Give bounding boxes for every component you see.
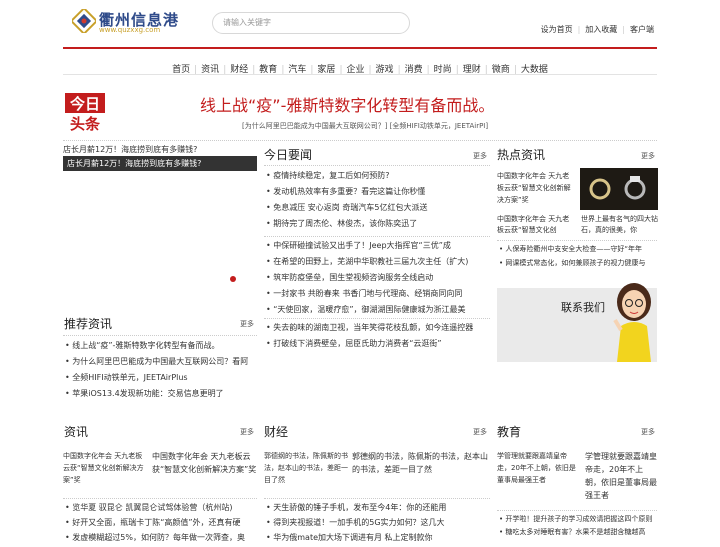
jiaoyu-headline[interactable]: 学管理就要跟嘉靖皇帝走，20年不上朝，依旧是董事局最强王者 xyxy=(585,450,657,502)
top-links: 设为首页 | 加入收藏 | 客户端 xyxy=(540,25,654,34)
today-news-title: 今日要闻 xyxy=(264,148,313,162)
hot-caption-1[interactable]: 中国数字化年会 天九老板云获“智慧文化创 xyxy=(497,214,575,236)
recommend-title: 推荐资讯 xyxy=(64,317,113,331)
divider xyxy=(264,318,490,319)
logo-url: www.quzxxg.com xyxy=(99,26,161,34)
caijing-more[interactable]: 更多 xyxy=(473,427,487,437)
today-news-list-2: 中保研碰撞试验又出手了！Jeep大指挥官“三优”成 在希望的田野上，芜湖中华职教… xyxy=(266,240,492,318)
header-divider xyxy=(63,47,657,49)
list-item[interactable]: 人保寿险衢州中支安全大检查——守好“年年 xyxy=(499,244,659,258)
caijing-headline[interactable]: 郭德纲的书法，陈佩斯的书法，赵本山的书法，差距一目了然 xyxy=(352,450,490,476)
today-news-more[interactable]: 更多 xyxy=(473,151,487,161)
list-item[interactable]: 览华夏 驭昆仑 凯翼昆仑试驾体验营（杭州站) xyxy=(65,502,257,517)
list-item[interactable]: 中保研碰撞试验又出手了！Jeep大指挥官“三优”成 xyxy=(266,240,492,256)
divider xyxy=(264,498,490,499)
support-girl-icon xyxy=(613,283,651,362)
add-favorite-link[interactable]: 加入收藏 xyxy=(585,25,617,34)
zixun-headline[interactable]: 中国数字化年会 天九老板云获“智慧文化创新解决方案”奖 xyxy=(152,450,258,476)
zixun-list: 览华夏 驭昆仑 凯翼昆仑试驾体验营（杭州站) 好开又全面，瓶瑞卡丁陈“高颜值”外… xyxy=(65,502,257,547)
contact-us-label: 联系我们 xyxy=(561,301,605,314)
divider xyxy=(497,240,657,241)
today-news-list: 疫情持续稳定，复工后如何预防? 发动机热效率有多重要？看完这篇让你秒懂 免息减压… xyxy=(266,170,492,232)
set-homepage-link[interactable]: 设为首页 xyxy=(541,25,573,34)
search-input[interactable]: 请输入关键字 xyxy=(212,12,410,34)
hot-news-title: 热点资讯 xyxy=(497,148,546,162)
zixun-more[interactable]: 更多 xyxy=(240,427,254,437)
divider xyxy=(63,498,257,499)
headline-title[interactable]: 线上战“疫”-雅斯特数字化转型有备而战。 xyxy=(200,92,494,116)
divider xyxy=(497,510,657,511)
jiaoyu-image-alt[interactable]: 学管理就要跟嘉靖皇帝走，20年不上朝，依旧是董事局最强王者 xyxy=(497,450,577,498)
today-headline-badge: 今日 头条 xyxy=(65,93,105,133)
jiaoyu-title: 教育 xyxy=(497,425,522,439)
list-item[interactable]: 得到夹视报道！一加手机的5G实力如何？这几大 xyxy=(266,517,490,532)
list-item[interactable]: 线上战“疫”-雅斯特数字化转型有备而战。 xyxy=(65,340,257,356)
list-item[interactable]: 全频HIFI动铁单元，JEETAirPlus xyxy=(65,372,257,388)
list-item[interactable]: 好开又全面，瓶瑞卡丁陈“高颜值”外，还真有硬 xyxy=(65,517,257,532)
headline-divider xyxy=(63,140,657,141)
jiaoyu-more[interactable]: 更多 xyxy=(641,427,655,437)
slide-caption[interactable]: 店长月薪12万！海底捞到底有多赚钱? xyxy=(63,156,257,171)
badge-line1: 今日 xyxy=(69,95,100,113)
slide-image-alt[interactable]: 店长月薪12万！海底捞到底有多赚钱? xyxy=(63,144,197,155)
hot-image-2[interactable] xyxy=(580,168,658,210)
badge-line2: 头条 xyxy=(70,115,101,133)
recommend-list: 线上战“疫”-雅斯特数字化转型有备而战。 为什么阿里巴巴能成为中国最大互联网公司… xyxy=(65,340,257,404)
list-item[interactable]: 发动机热效率有多重要？看完这篇让你秒懂 xyxy=(266,186,492,202)
diamond-ring-icon xyxy=(589,176,646,200)
list-item[interactable]: 筑牢防疫堡垒，国生堂视频咨询服务全线启动 xyxy=(266,272,492,288)
list-item[interactable]: 为什么阿里巴巴能成为中国最大互联网公司？看阿 xyxy=(65,356,257,372)
client-link[interactable]: 客户端 xyxy=(630,25,654,34)
list-item[interactable]: 疫情持续稳定，复工后如何预防? xyxy=(266,170,492,186)
nav-divider xyxy=(63,74,657,75)
divider xyxy=(264,165,490,166)
headline-sub[interactable]: [为什么阿里巴巴能成为中国最大互联网公司？] [全频HIFI动铁单元，JEETA… xyxy=(242,121,488,131)
caijing-title: 财经 xyxy=(264,425,289,439)
list-item[interactable]: 打破线下消费壁垒，屈臣氏助力消费者“云逛街” xyxy=(266,338,492,354)
list-item[interactable]: 苹果iOS13.4发现新功能：交易信息更明了 xyxy=(65,388,257,404)
caijing-list: 天生骄傲的锤子手机，发布至今4年：你的还能用 得到夹视报道！一加手机的5G实力如… xyxy=(266,502,490,547)
list-item[interactable]: 期待完了周杰伦、林俊杰，该你陈奕迅了 xyxy=(266,218,492,232)
list-item[interactable]: “天使回家，温暖疗愈”，御湖湖国际健康城为浙江最美 xyxy=(266,304,492,318)
list-item[interactable]: 免息减压 安心返岗 奇瑞汽车5亿红包大派送 xyxy=(266,202,492,218)
zixun-image-alt[interactable]: 中国数字化年会 天九老板云获“智慧文化创新解决方案”奖 xyxy=(63,450,148,486)
list-item[interactable]: 失去韵味的湖南卫视，当年笑得花枝乱颤，如今连遥控器 xyxy=(266,322,492,338)
contact-us-banner[interactable]: 联系我们 xyxy=(497,283,657,362)
list-item[interactable]: 一封家书 共盼春来 书香门地与代理商、经销商同向同 xyxy=(266,288,492,304)
recommend-more[interactable]: 更多 xyxy=(240,319,254,329)
caijing-image-alt[interactable]: 郭德纲的书法，陈佩斯的书法，赵本山的书法，差距一目了然 xyxy=(264,450,348,498)
jiaoyu-list: 开学啦！提升孩子的学习成效请把握这四个原则 糖吃太多对睡眠有害？水果不是越甜含糖… xyxy=(499,514,659,540)
divider xyxy=(264,236,490,237)
list-item[interactable]: 开学啦！提升孩子的学习成效请把握这四个原则 xyxy=(499,514,659,527)
hot-news-list: 人保寿险衢州中支安全大检查——守好“年年 网课模式常态化，如何兼顾孩子的视力健康… xyxy=(499,244,659,272)
hot-image-alt[interactable]: 中国数字化年会 天九老板云获“智慧文化创新解决方案”奖 xyxy=(497,170,575,206)
slide-dot-active[interactable] xyxy=(230,276,236,282)
zixun-title: 资讯 xyxy=(64,425,89,439)
list-item[interactable]: 天生骄傲的锤子手机，发布至今4年：你的还能用 xyxy=(266,502,490,517)
today-news-list-3: 失去韵味的湖南卫视，当年笑得花枝乱颤，如今连遥控器 打破线下消费壁垒，屈臣氏助力… xyxy=(266,322,492,354)
hot-news-more[interactable]: 更多 xyxy=(641,151,655,161)
list-item[interactable]: 在希望的田野上，芜湖中华职教社三届九次主任（扩大) xyxy=(266,256,492,272)
list-item[interactable]: 糖吃太多对睡眠有害？水果不是越甜含糖越高 xyxy=(499,527,659,540)
divider xyxy=(63,335,257,336)
list-item[interactable]: 网课模式常态化，如何兼顾孩子的视力健康与 xyxy=(499,258,659,272)
hot-caption-2[interactable]: 世界上最有名气的四大钻石，真的很美，你 xyxy=(581,214,659,236)
logo-icon[interactable] xyxy=(72,9,96,33)
